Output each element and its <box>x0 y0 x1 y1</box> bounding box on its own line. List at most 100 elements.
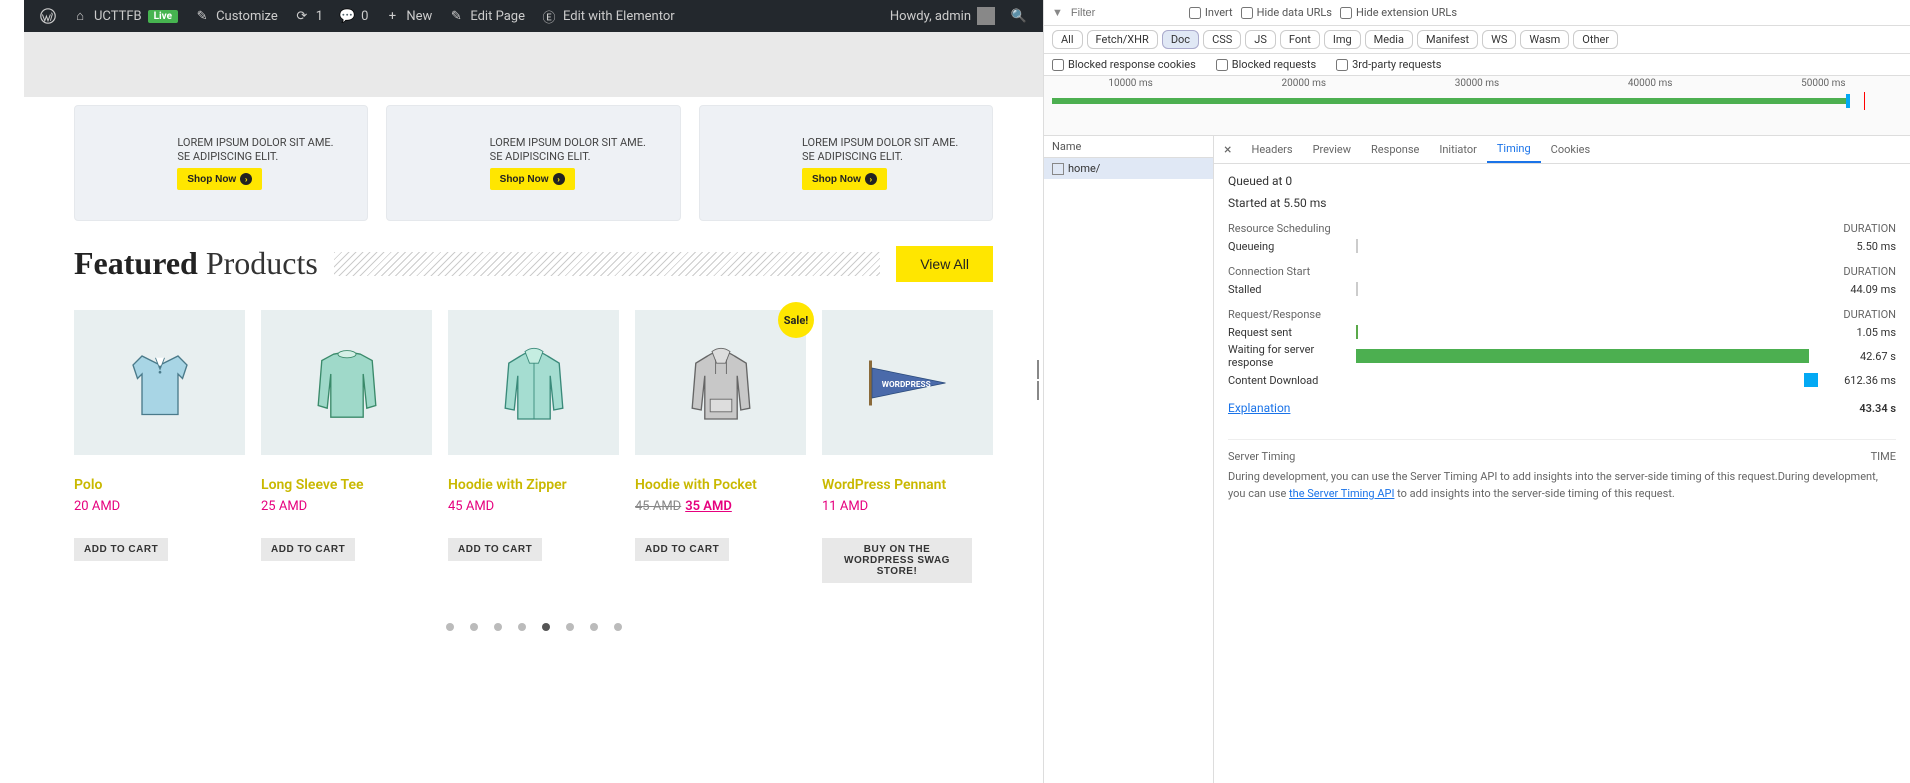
product-price: 11 AMD <box>822 499 993 514</box>
filter-chip-img[interactable]: Img <box>1324 30 1361 49</box>
timing-row-stalled: Stalled 44.09 ms <box>1228 282 1896 296</box>
devtools-timeline[interactable]: 10000 ms 20000 ms 30000 ms 40000 ms 5000… <box>1044 76 1910 136</box>
name-column-header[interactable]: Name <box>1044 136 1213 158</box>
timeline-load-marker <box>1864 92 1865 110</box>
timing-row-queueing: Queueing 5.50 ms <box>1228 239 1896 253</box>
add-to-cart-button[interactable]: ADD TO CART <box>635 538 729 561</box>
filter-chip-font[interactable]: Font <box>1280 30 1320 49</box>
carousel-dot[interactable] <box>614 623 622 631</box>
plus-icon: + <box>384 8 400 24</box>
product-card[interactable]: Polo 20 AMD ADD TO CART <box>74 310 245 583</box>
section-scheduling: Resource SchedulingDURATION <box>1228 222 1896 235</box>
invert-checkbox[interactable]: Invert <box>1189 6 1233 19</box>
hide-ext-checkbox[interactable]: Hide extension URLs <box>1340 6 1457 19</box>
section-request: Request/ResponseDURATION <box>1228 308 1896 321</box>
chevron-right-icon: › <box>865 173 877 185</box>
elementor-icon: Ⓔ <box>541 8 557 24</box>
filter-chip-fetch[interactable]: Fetch/XHR <box>1087 30 1158 49</box>
filter-icon[interactable]: ▼ <box>1052 6 1063 19</box>
tab-timing[interactable]: Timing <box>1487 136 1541 163</box>
product-name: Hoodie with Zipper <box>448 477 619 493</box>
product-thumb <box>448 310 619 455</box>
buy-swag-button[interactable]: BUY ON THE WORDPRESS SWAG STORE! <box>822 538 972 583</box>
filter-chip-all[interactable]: All <box>1052 30 1083 49</box>
filter-chip-doc[interactable]: Doc <box>1162 30 1199 49</box>
carousel-dot[interactable] <box>494 623 502 631</box>
site-name[interactable]: ⌂UCTTFBLive <box>64 0 186 32</box>
tab-cookies[interactable]: Cookies <box>1541 136 1600 163</box>
view-all-button[interactable]: View All <box>896 246 993 282</box>
howdy-user[interactable]: Howdy, admin <box>882 0 1003 32</box>
pencil-icon: ✎ <box>448 8 464 24</box>
comments-link[interactable]: 💬0 <box>331 0 376 32</box>
carousel-dot[interactable] <box>566 623 574 631</box>
filter-chip-media[interactable]: Media <box>1365 30 1413 49</box>
home-icon: ⌂ <box>72 8 88 24</box>
devtools-filter-bar: ▼ Invert Hide data URLs Hide extension U… <box>1044 0 1910 26</box>
tab-response[interactable]: Response <box>1361 136 1429 163</box>
server-timing-api-link[interactable]: the Server Timing API <box>1289 487 1394 500</box>
promo-card: LOREM IPSUM DOLOR SIT AME. SE ADIPISCING… <box>74 105 368 221</box>
shop-now-button[interactable]: Shop Now› <box>177 168 262 190</box>
filter-chip-other[interactable]: Other <box>1573 30 1618 49</box>
tab-initiator[interactable]: Initiator <box>1429 136 1487 163</box>
blocked-cookies-checkbox[interactable]: Blocked response cookies <box>1052 58 1196 71</box>
filter-chip-css[interactable]: CSS <box>1203 30 1241 49</box>
pennant-icon: WORDPRESS <box>863 333 953 433</box>
server-timing-section: Server TimingTIME During development, yo… <box>1228 439 1896 502</box>
tab-preview[interactable]: Preview <box>1303 136 1361 163</box>
filter-input[interactable] <box>1071 7 1181 19</box>
queued-at: Queued at 0 <box>1228 174 1896 188</box>
product-card[interactable]: Hoodie with Zipper 45 AMD ADD TO CART <box>448 310 619 583</box>
product-thumb <box>74 310 245 455</box>
search-toggle[interactable]: 🔍 <box>1003 0 1035 32</box>
refresh-icon: ⟳ <box>294 8 310 24</box>
carousel-dot[interactable] <box>542 623 550 631</box>
explanation-link[interactable]: Explanation <box>1228 401 1290 415</box>
add-to-cart-button[interactable]: ADD TO CART <box>448 538 542 561</box>
product-thumb <box>635 310 806 455</box>
devtools-detail: × Headers Preview Response Initiator Tim… <box>1214 136 1910 783</box>
blocked-requests-checkbox[interactable]: Blocked requests <box>1216 58 1316 71</box>
new-link[interactable]: +New <box>376 0 440 32</box>
edit-page-link[interactable]: ✎Edit Page <box>440 0 533 32</box>
product-price: 20 AMD <box>74 499 245 514</box>
filter-chip-wasm[interactable]: Wasm <box>1520 30 1569 49</box>
close-detail-button[interactable]: × <box>1214 142 1241 158</box>
filter-chip-ws[interactable]: WS <box>1482 30 1516 49</box>
add-to-cart-button[interactable]: ADD TO CART <box>74 538 168 561</box>
tab-headers[interactable]: Headers <box>1241 136 1302 163</box>
wp-logo[interactable] <box>32 0 64 32</box>
document-icon <box>1052 163 1064 175</box>
third-party-checkbox[interactable]: 3rd-party requests <box>1336 58 1441 71</box>
shop-now-button[interactable]: Shop Now› <box>802 168 887 190</box>
timing-explanation-row: Explanation 43.34 s <box>1228 401 1896 415</box>
request-row[interactable]: home/ <box>1044 158 1213 179</box>
product-card[interactable]: Long Sleeve Tee 25 AMD ADD TO CART <box>261 310 432 583</box>
wp-adminbar: ⌂UCTTFBLive ✎Customize ⟳1 💬0 +New ✎Edit … <box>24 0 1043 32</box>
filter-chip-js[interactable]: JS <box>1245 30 1276 49</box>
avatar <box>977 7 995 25</box>
devtools-extra-filters: Blocked response cookies Blocked request… <box>1044 54 1910 76</box>
product-card[interactable]: Sale! Hoodie with Pocket 45 AMD35 AMD AD… <box>635 310 806 583</box>
carousel-dot[interactable] <box>590 623 598 631</box>
carousel-dot[interactable] <box>518 623 526 631</box>
edit-elementor-link[interactable]: ⒺEdit with Elementor <box>533 0 683 32</box>
wordpress-icon <box>40 8 56 24</box>
shop-now-button[interactable]: Shop Now› <box>490 168 575 190</box>
updates-link[interactable]: ⟳1 <box>286 0 331 32</box>
carousel-dot[interactable] <box>470 623 478 631</box>
product-thumb: WORDPRESS <box>822 310 993 455</box>
promo-card: LOREM IPSUM DOLOR SIT AME. SE ADIPISCING… <box>699 105 993 221</box>
site-title: UCTTFB <box>94 9 142 24</box>
timeline-marker <box>1846 94 1850 108</box>
product-card[interactable]: WORDPRESS WordPress Pennant 11 AMD BUY O… <box>822 310 993 583</box>
hide-data-checkbox[interactable]: Hide data URLs <box>1241 6 1332 19</box>
section-connection: Connection StartDURATION <box>1228 265 1896 278</box>
add-to-cart-button[interactable]: ADD TO CART <box>261 538 355 561</box>
filter-chip-manifest[interactable]: Manifest <box>1417 30 1478 49</box>
customize-link[interactable]: ✎Customize <box>186 0 286 32</box>
devtools-resize-handle[interactable] <box>1037 360 1043 400</box>
product-price: 25 AMD <box>261 499 432 514</box>
carousel-dot[interactable] <box>446 623 454 631</box>
